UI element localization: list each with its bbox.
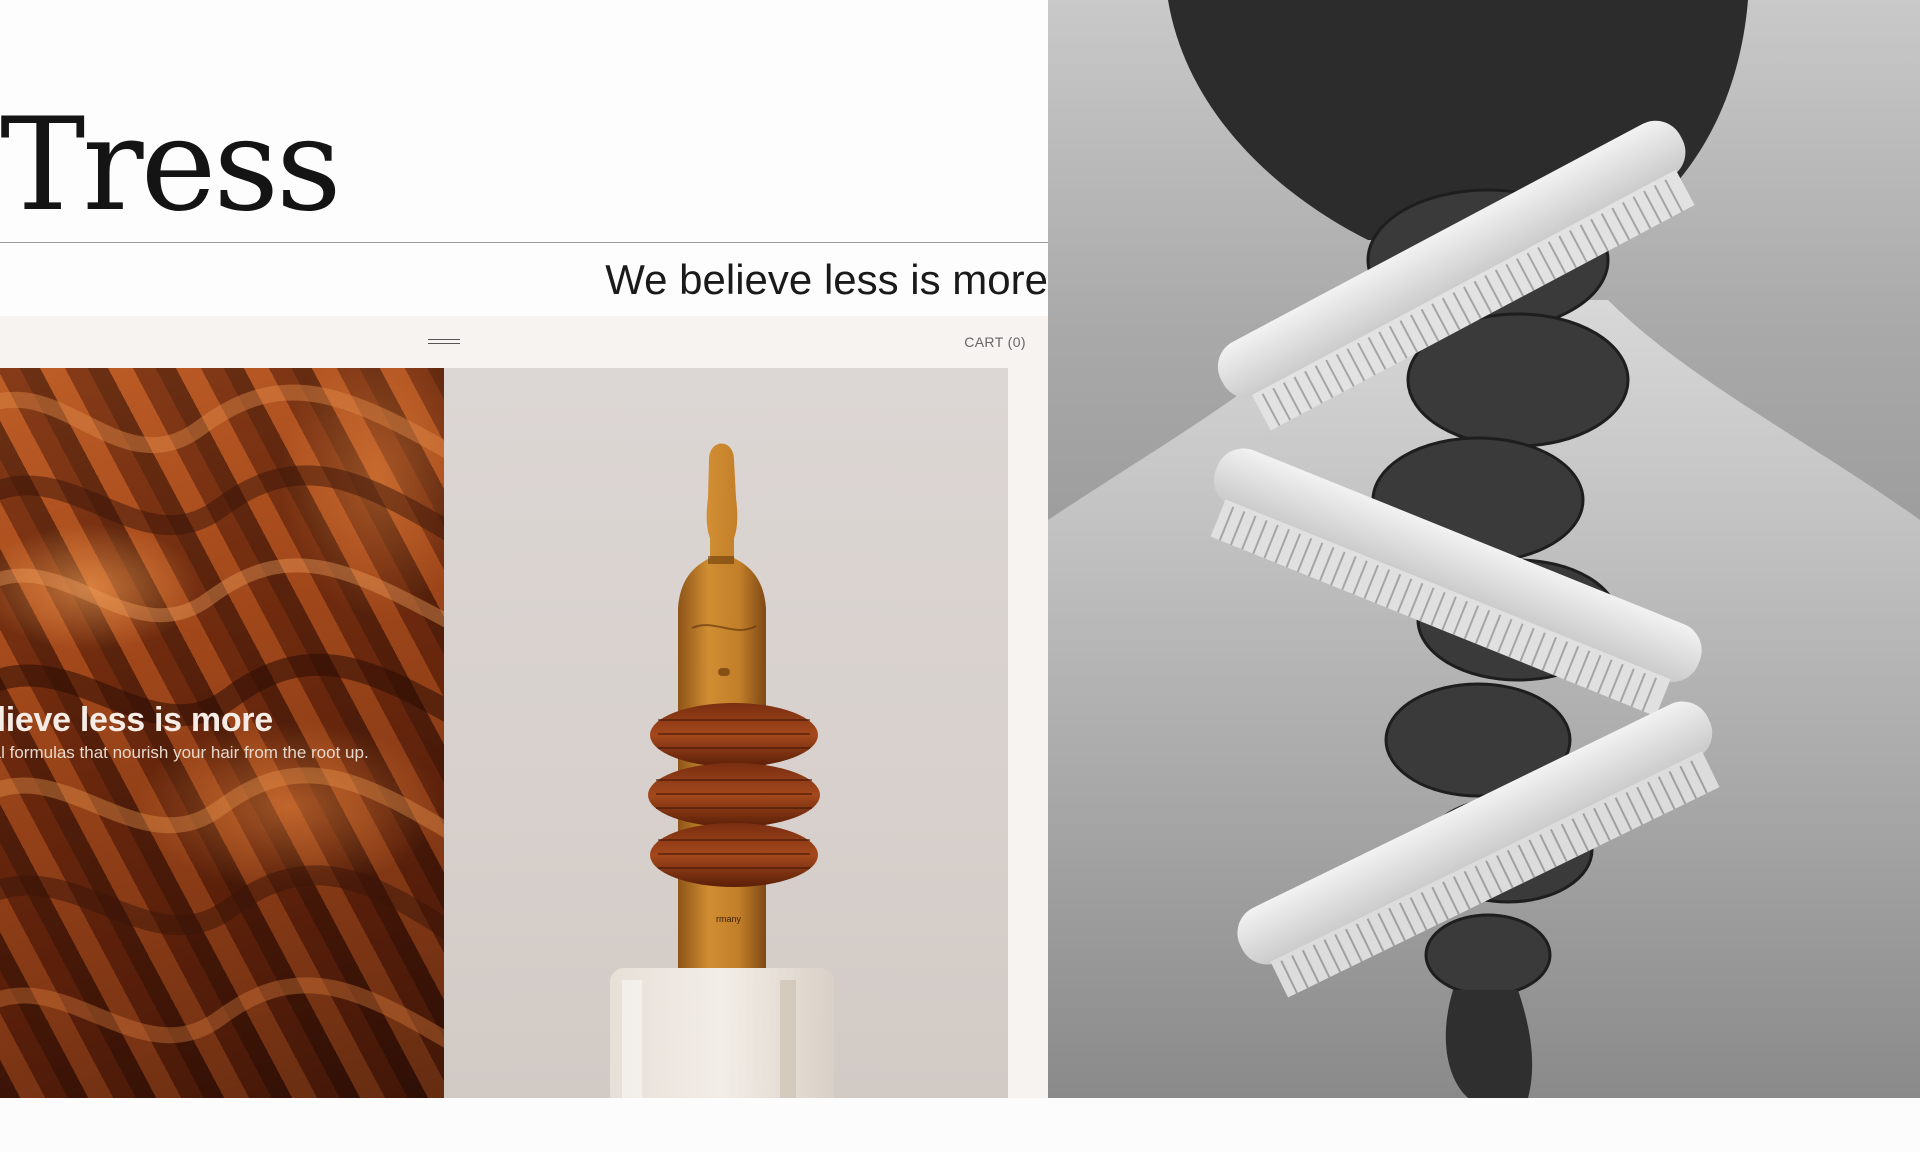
braid-comb-photo — [1048, 0, 1920, 1098]
tagline: We believe less is more — [605, 256, 1048, 303]
site-nav: CART (0) — [0, 316, 1048, 368]
menu-icon[interactable] — [428, 336, 460, 348]
left-panel: Tress We believe less is more CART (0) e… — [0, 0, 1048, 1098]
braid-illustration — [1048, 0, 1920, 1098]
menu-icon-line — [428, 339, 460, 340]
brand-logo[interactable]: Tress — [0, 86, 342, 246]
cart-link[interactable]: CART (0) — [964, 332, 1026, 352]
hero-section: elieve less is more ral formulas that no… — [0, 368, 1048, 1098]
hero-copy: elieve less is more ral formulas that no… — [0, 698, 369, 764]
product-photo: rmany — [444, 368, 1008, 1098]
ampoule-illustration: rmany — [610, 443, 834, 1098]
product-label: rmany — [716, 914, 742, 924]
hero-headline: elieve less is more — [0, 701, 273, 739]
menu-icon-line — [428, 343, 460, 344]
hero-subtext: ral formulas that nourish your hair from… — [0, 743, 369, 762]
header-divider — [0, 242, 1048, 243]
hair-photo: elieve less is more ral formulas that no… — [0, 368, 444, 1098]
